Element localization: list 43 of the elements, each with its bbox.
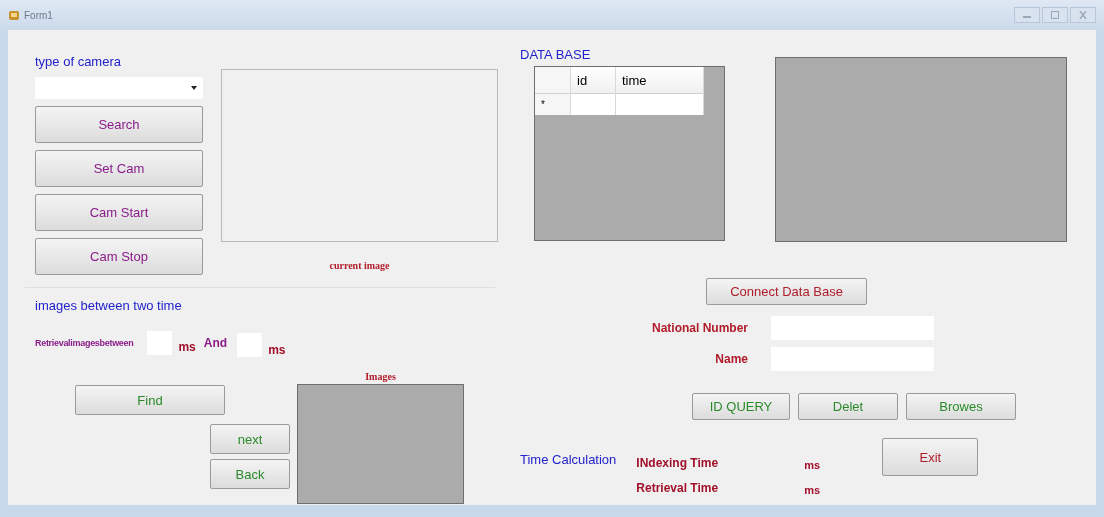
database-title: DATA BASE [520,47,591,62]
unit-label: ms [804,459,822,471]
query-button[interactable]: ID QUERY [692,393,790,420]
exit-button[interactable]: Exit [882,438,979,476]
column-header[interactable]: time [616,67,704,94]
field-label: National Number [651,321,748,335]
connect-button[interactable]: Connect Data Base [706,278,867,305]
query-button[interactable]: Delet [798,393,898,420]
minimize-button[interactable] [1014,7,1040,23]
field-label: Name [714,352,748,366]
camera-dropdown[interactable] [35,77,203,99]
table-cell[interactable] [616,94,704,115]
table-cell[interactable] [571,94,616,115]
row-header [535,67,571,94]
next-button[interactable]: next [210,424,290,454]
back-button[interactable]: Back [210,459,290,489]
camera-button[interactable]: Search [35,106,203,143]
time-label: INdexing Time [636,456,720,471]
time-label: Retrieval Time [636,481,720,496]
maximize-icon [1050,11,1060,19]
dropdown-arrow-icon [191,86,197,90]
app-icon [8,9,20,21]
time-calculation-label: Time Calculation [520,452,617,467]
camera-button[interactable]: Cam Stop [35,238,203,275]
current-image-caption: current image [329,260,390,271]
unit-label: ms [804,484,822,496]
window-title: Form1 [24,9,53,21]
camera-type-label: type of camera [35,54,121,69]
and-label: And [203,335,228,350]
column-header[interactable]: id [571,67,616,94]
camera-button[interactable]: Set Cam [35,150,203,187]
new-row-marker: * [535,94,571,115]
camera-button[interactable]: Cam Start [35,194,203,231]
query-button[interactable]: Browes [906,393,1016,420]
unit-label: ms [178,339,196,354]
close-button[interactable] [1070,7,1096,23]
maximize-button[interactable] [1042,7,1068,23]
find-button[interactable]: Find [75,385,225,415]
retrieval-label: Retrievalimagesbetween [35,337,134,348]
unit-label: ms [268,342,286,357]
images-caption: Images [365,371,396,382]
section-title: images between two time [35,298,182,313]
close-icon [1078,11,1088,19]
